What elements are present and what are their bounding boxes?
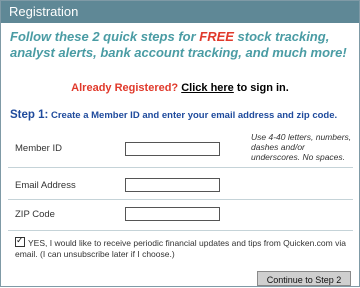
zip-label: ZIP Code bbox=[15, 209, 55, 220]
continue-button[interactable]: Continue to Step 2 bbox=[257, 271, 351, 286]
optin-checkbox[interactable] bbox=[15, 235, 25, 247]
zip-input[interactable] bbox=[125, 207, 220, 221]
divider bbox=[8, 230, 353, 231]
intro-free: FREE bbox=[199, 29, 234, 44]
email-input[interactable] bbox=[125, 178, 220, 192]
member-id-input[interactable] bbox=[125, 142, 220, 156]
email-label: Email Address bbox=[15, 180, 76, 191]
divider bbox=[8, 199, 353, 200]
member-id-hint: Use 4-40 letters, numbers, dashes and/or… bbox=[251, 132, 352, 162]
already-registered-question: Already Registered? bbox=[71, 82, 179, 94]
registration-panel: Registration Follow these 2 quick steps … bbox=[0, 0, 360, 287]
sign-in-suffix: to sign in. bbox=[233, 82, 289, 94]
step1-heading: Step 1: Create a Member ID and enter you… bbox=[10, 109, 355, 121]
intro-part1: Follow these 2 quick steps for bbox=[10, 29, 200, 44]
step1-text: Create a Member ID and enter your email … bbox=[48, 110, 338, 121]
optin-row: YES, I would like to receive periodic fi… bbox=[15, 235, 355, 260]
intro-text: Follow these 2 quick steps for FREE stoc… bbox=[10, 29, 352, 61]
divider bbox=[8, 167, 353, 168]
step1-lead: Step 1: bbox=[10, 109, 49, 121]
panel-title: Registration bbox=[9, 4, 79, 19]
optin-text: YES, I would like to receive periodic fi… bbox=[15, 238, 346, 259]
sign-in-link[interactable]: Click here bbox=[181, 82, 234, 94]
member-id-label: Member ID bbox=[15, 143, 62, 154]
panel-header: Registration bbox=[1, 1, 359, 23]
already-registered: Already Registered? Click here to sign i… bbox=[1, 82, 359, 94]
